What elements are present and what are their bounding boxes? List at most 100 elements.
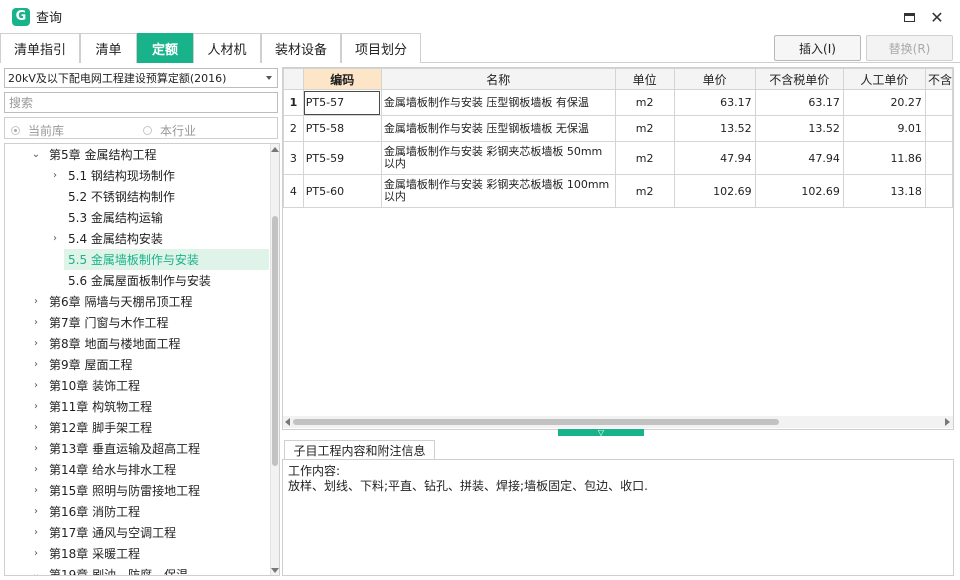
column-header-name[interactable]: 名称 xyxy=(380,68,616,90)
cell-next[interactable] xyxy=(924,115,953,142)
tree-item-5-4[interactable]: › 5.4 金属结构安装 xyxy=(50,228,269,249)
cell-price-ex-tax[interactable]: 13.52 xyxy=(754,115,844,142)
tree-item-chapter-19[interactable]: ⌄ 第19章 刷油、防腐、保温 xyxy=(31,564,269,575)
cell-next[interactable] xyxy=(924,89,953,116)
chevron-right-icon[interactable]: › xyxy=(50,233,60,244)
cell-name[interactable]: 金属墙板制作与安装 压型钢板墙板 无保温 xyxy=(380,115,616,142)
cell-price[interactable]: 47.94 xyxy=(673,141,756,175)
table-row[interactable]: 4 PT5-60 金属墙板制作与安装 彩钢夹芯板墙板 100mm以内 m2 10… xyxy=(283,174,953,208)
table-row[interactable]: 3 PT5-59 金属墙板制作与安装 彩钢夹芯板墙板 50mm以内 m2 47.… xyxy=(283,141,953,175)
table-row[interactable]: 2 PT5-58 金属墙板制作与安装 压型钢板墙板 无保温 m2 13.52 1… xyxy=(283,115,953,142)
cell-unit[interactable]: m2 xyxy=(614,89,675,116)
tree-item-5-3[interactable]: 5.3 金属结构运输 xyxy=(68,207,269,228)
column-header-price-ex-tax[interactable]: 不含税单价 xyxy=(754,68,844,90)
panel-splitter-handle[interactable]: ▽ xyxy=(558,429,644,437)
cell-price-ex-tax[interactable]: 47.94 xyxy=(754,141,844,175)
cell-unit[interactable]: m2 xyxy=(614,115,675,142)
quota-library-select[interactable]: 20kV及以下配电网工程建设预算定额(2016) xyxy=(4,68,278,88)
replace-button[interactable]: 替换(R) xyxy=(866,35,953,61)
tree-item-5-2[interactable]: 5.2 不锈钢结构制作 xyxy=(68,186,269,207)
tree-item-chapter-6[interactable]: › 第6章 隔墙与天棚吊顶工程 xyxy=(31,291,269,312)
cell-code[interactable]: PT5-58 xyxy=(302,115,382,142)
cell-code[interactable]: PT5-60 xyxy=(302,174,382,208)
tree-item-chapter-9[interactable]: › 第9章 屋面工程 xyxy=(31,354,269,375)
scroll-left-icon[interactable] xyxy=(285,418,290,426)
tree-item-5-5[interactable]: 5.5 金属墙板制作与安装 xyxy=(64,249,269,270)
cell-unit[interactable]: m2 xyxy=(614,141,675,175)
tree-item-chapter-18[interactable]: › 第18章 采暖工程 xyxy=(31,543,269,564)
grid-scrollbar-thumb[interactable] xyxy=(293,419,779,425)
cell-next[interactable] xyxy=(924,174,953,208)
tree-item-chapter-10[interactable]: › 第10章 装饰工程 xyxy=(31,375,269,396)
tree-item-chapter-14[interactable]: › 第14章 给水与排水工程 xyxy=(31,459,269,480)
tree-item-5-1[interactable]: › 5.1 钢结构现场制作 xyxy=(50,165,269,186)
cell-price[interactable]: 13.52 xyxy=(673,115,756,142)
column-header-code[interactable]: 编码 xyxy=(302,68,382,90)
cell-unit[interactable]: m2 xyxy=(614,174,675,208)
tab-equipment-material[interactable]: 装材设备 xyxy=(261,33,341,63)
tree-item-chapter-15[interactable]: › 第15章 照明与防雷接地工程 xyxy=(31,480,269,501)
tree-item-chapter-16[interactable]: › 第16章 消防工程 xyxy=(31,501,269,522)
column-header-unit[interactable]: 单位 xyxy=(614,68,675,90)
chevron-right-icon[interactable]: › xyxy=(31,422,41,433)
tree-item-chapter-5[interactable]: ⌄ 第5章 金属结构工程 xyxy=(31,144,269,165)
tab-quota[interactable]: 定额 xyxy=(137,33,193,63)
chevron-right-icon[interactable]: › xyxy=(31,401,41,412)
chevron-down-icon[interactable]: ⌄ xyxy=(31,569,41,575)
tab-labor-material-machine[interactable]: 人材机 xyxy=(193,33,261,63)
cell-price-ex-tax[interactable]: 63.17 xyxy=(754,89,844,116)
chevron-right-icon[interactable]: › xyxy=(31,443,41,454)
tree-item-chapter-17[interactable]: › 第17章 通风与空调工程 xyxy=(31,522,269,543)
chevron-right-icon[interactable]: › xyxy=(31,464,41,475)
chevron-right-icon[interactable]: › xyxy=(31,317,41,328)
minimize-button[interactable] xyxy=(898,6,920,28)
cell-name[interactable]: 金属墙板制作与安装 压型钢板墙板 有保温 xyxy=(380,89,616,116)
cell-next[interactable] xyxy=(924,141,953,175)
chevron-right-icon[interactable]: › xyxy=(31,485,41,496)
tree-item-chapter-7[interactable]: › 第7章 门窗与木作工程 xyxy=(31,312,269,333)
tab-bill[interactable]: 清单 xyxy=(80,33,137,63)
close-button[interactable]: ✕ xyxy=(926,6,948,28)
tab-item-info[interactable]: 子目工程内容和附注信息 xyxy=(284,440,435,460)
cell-code[interactable]: PT5-59 xyxy=(302,141,382,175)
tree-item-chapter-8[interactable]: › 第8章 地面与楼地面工程 xyxy=(31,333,269,354)
chevron-right-icon[interactable]: › xyxy=(31,380,41,391)
cell-labor-price[interactable]: 20.27 xyxy=(842,89,926,116)
scroll-down-icon[interactable] xyxy=(271,568,279,573)
tree-item-label: 第11章 构筑物工程 xyxy=(49,400,153,414)
scroll-up-icon[interactable] xyxy=(271,147,279,152)
chevron-right-icon[interactable]: › xyxy=(31,506,41,517)
chevron-right-icon[interactable]: › xyxy=(31,527,41,538)
tree-scrollbar-thumb[interactable] xyxy=(272,216,278,466)
insert-button[interactable]: 插入(I) xyxy=(774,35,861,61)
cell-price[interactable]: 63.17 xyxy=(673,89,756,116)
cell-price-ex-tax[interactable]: 102.69 xyxy=(754,174,844,208)
tree-item-5-6[interactable]: 5.6 金属屋面板制作与安装 xyxy=(68,270,269,291)
cell-labor-price[interactable]: 11.86 xyxy=(842,141,926,175)
tree-item-chapter-13[interactable]: › 第13章 垂直运输及超高工程 xyxy=(31,438,269,459)
cell-name[interactable]: 金属墙板制作与安装 彩钢夹芯板墙板 50mm以内 xyxy=(380,141,616,175)
chevron-right-icon[interactable]: › xyxy=(31,338,41,349)
chevron-right-icon[interactable]: › xyxy=(50,170,60,181)
cell-labor-price[interactable]: 9.01 xyxy=(842,115,926,142)
chevron-right-icon[interactable]: › xyxy=(31,296,41,307)
table-row[interactable]: 1 PT5-57 金属墙板制作与安装 压型钢板墙板 有保温 m2 63.17 6… xyxy=(283,89,953,116)
radio-current-library[interactable]: 当前库 xyxy=(11,122,64,139)
tab-bill-guide[interactable]: 清单指引 xyxy=(0,33,80,63)
cell-code[interactable]: PT5-57 xyxy=(302,89,382,116)
tree-item-chapter-12[interactable]: › 第12章 脚手架工程 xyxy=(31,417,269,438)
tab-project-division[interactable]: 项目划分 xyxy=(341,33,421,63)
column-header-labor-price[interactable]: 人工单价 xyxy=(842,68,926,90)
cell-price[interactable]: 102.69 xyxy=(673,174,756,208)
column-header-price[interactable]: 单价 xyxy=(673,68,756,90)
chevron-right-icon[interactable]: › xyxy=(31,548,41,559)
chevron-right-icon[interactable]: › xyxy=(31,359,41,370)
tree-item-chapter-11[interactable]: › 第11章 构筑物工程 xyxy=(31,396,269,417)
cell-labor-price[interactable]: 13.18 xyxy=(842,174,926,208)
scroll-right-icon[interactable] xyxy=(945,418,950,426)
search-input[interactable] xyxy=(4,92,278,113)
cell-name[interactable]: 金属墙板制作与安装 彩钢夹芯板墙板 100mm以内 xyxy=(380,174,616,208)
column-header-next[interactable]: 不含 xyxy=(924,68,953,90)
radio-industry[interactable]: 本行业 xyxy=(143,122,196,139)
chevron-down-icon[interactable]: ⌄ xyxy=(31,149,41,160)
